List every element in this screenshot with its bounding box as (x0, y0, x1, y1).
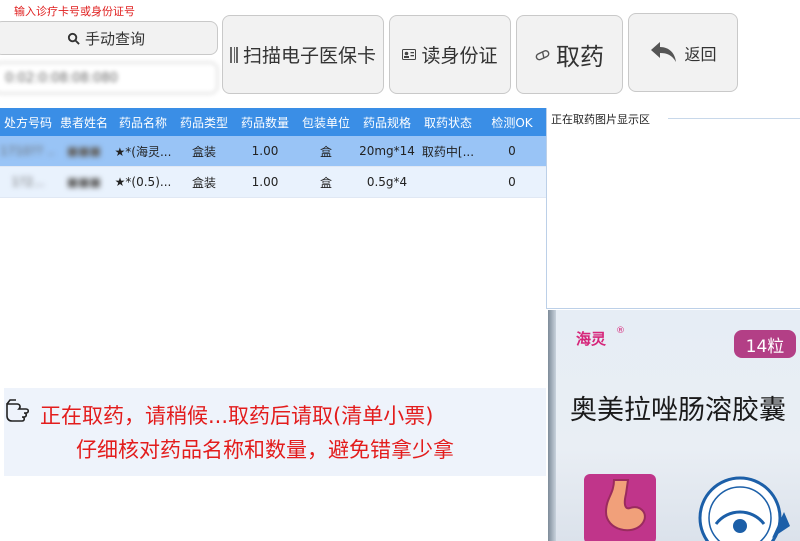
cell-patient-name: ■■■ (66, 175, 101, 189)
scan-medical-card-button[interactable]: 扫描电子医保卡 (222, 15, 384, 94)
photo-box-edge (548, 310, 556, 541)
table-row[interactable]: 1?2... ■■■ ★*(0.5)... 盒装 1.00 盒 0.5g*4 0 (0, 167, 546, 198)
image-area-title: 正在取药图片显示区 (551, 111, 654, 127)
pill-icon (535, 49, 550, 60)
table-row[interactable]: 1710?? ... ■■■ ★*(海灵... 盒装 1.00 盒 20mg*1… (0, 136, 546, 167)
cell-drug-type: 盒装 (191, 175, 216, 190)
col-package-unit[interactable]: 包装单位 (296, 114, 356, 131)
image-area-border (546, 108, 547, 308)
cell-package-unit: 盒 (319, 175, 332, 190)
card-number-input[interactable]: 0:02:0:08:08:080 (0, 62, 218, 94)
col-drug-type[interactable]: 药品类型 (174, 114, 234, 131)
cell-prescription-no: 1710?? ... (0, 144, 56, 158)
col-check-ok[interactable]: 检测OK (478, 114, 546, 131)
card-number-value: 0:02:0:08:08:080 (5, 70, 118, 86)
table-header: 处方号码 患者姓名 药品名称 药品类型 药品数量 包装单位 药品规格 取药状态 … (0, 108, 546, 136)
back-label: 返回 (684, 44, 717, 64)
cell-drug-quantity: 1.00 (251, 144, 279, 158)
search-icon (67, 32, 80, 45)
cell-pick-status: 取药中[... (421, 144, 475, 159)
cell-drug-spec: 0.5g*4 (366, 175, 408, 189)
medicine-photo: 海灵 ® 14粒 奥美拉唑肠溶胶囊 (548, 310, 800, 541)
read-id-card-button[interactable]: 读身份证 (389, 15, 511, 94)
cell-package-unit: 盒 (319, 144, 332, 159)
col-prescription-no[interactable]: 处方号码 (0, 114, 56, 131)
picking-notice: 正在取药，请稍候...取药后请取(清单小票) 仔细核对药品名称和数量，避免错拿少… (4, 388, 546, 476)
manual-query-label: 手动查询 (84, 29, 145, 48)
col-patient-name[interactable]: 患者姓名 (56, 114, 112, 131)
cell-drug-quantity: 1.00 (251, 175, 279, 189)
card-input-hint: 输入诊疗卡号或身份证号 (14, 5, 135, 18)
photo-registered-mark: ® (616, 326, 625, 336)
cell-check-ok: 0 (508, 175, 516, 189)
cell-drug-type: 盒装 (191, 144, 216, 159)
pick-medicine-label: 取药 (556, 43, 604, 71)
col-drug-name[interactable]: 药品名称 (112, 114, 174, 131)
cell-drug-spec: 20mg*14 (359, 144, 415, 158)
hand-icon (6, 399, 30, 422)
cell-check-ok: 0 (508, 144, 516, 158)
cell-prescription-no: 1?2... (11, 175, 45, 189)
notice-line-1: 正在取药，请稍候...取药后请取(清单小票) (40, 404, 434, 428)
photo-count-badge: 14粒 (734, 330, 796, 358)
prescription-table: 处方号码 患者姓名 药品名称 药品类型 药品数量 包装单位 药品规格 取药状态 … (0, 108, 546, 200)
stomach-icon (584, 474, 656, 541)
notice-line-2: 仔细核对药品名称和数量，避免错拿少拿 (76, 438, 454, 462)
read-id-card-label: 读身份证 (421, 45, 498, 67)
photo-brand: 海灵 (576, 330, 607, 348)
cell-drug-name: ★*(0.5)... (114, 175, 172, 189)
col-drug-quantity[interactable]: 药品数量 (234, 114, 296, 131)
photo-drug-name: 奥美拉唑肠溶胶囊 (570, 395, 786, 426)
cell-patient-name: ■■■ (66, 144, 101, 158)
consistency-seal-icon (698, 476, 790, 541)
col-pick-status[interactable]: 取药状态 (418, 114, 478, 131)
back-arrow-icon (651, 41, 677, 62)
image-area-border-bottom (546, 308, 800, 309)
scan-medical-card-label: 扫描电子医保卡 (242, 45, 376, 67)
back-button[interactable]: 返回 (628, 13, 738, 92)
manual-query-button[interactable]: 手动查询 (0, 21, 218, 55)
image-area-title-line (668, 118, 800, 119)
cell-drug-name: ★*(海灵... (114, 144, 172, 159)
pick-medicine-button[interactable]: 取药 (516, 15, 623, 94)
barcode-icon (229, 46, 238, 63)
id-card-icon (402, 49, 417, 60)
col-drug-spec[interactable]: 药品规格 (356, 114, 418, 131)
